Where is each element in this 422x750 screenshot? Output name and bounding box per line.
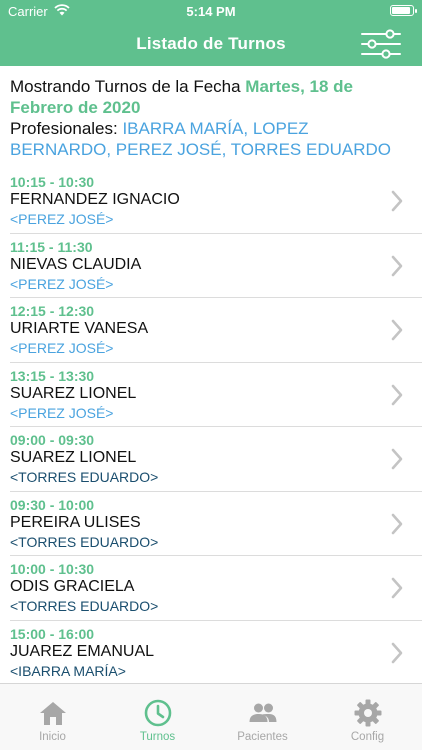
chevron-right-icon [391, 448, 403, 470]
appointment-row[interactable]: 12:15 - 12:30 URIARTE VANESA <PEREZ JOSÉ… [0, 298, 422, 363]
appointment-row[interactable]: 11:15 - 11:30 NIEVAS CLAUDIA <PEREZ JOSÉ… [0, 234, 422, 299]
date-prefix: Mostrando Turnos de la Fecha [10, 77, 246, 96]
tab-config[interactable]: Config [315, 684, 420, 744]
chevron-right-icon [391, 642, 403, 663]
appointment-professional: <IBARRA MARÍA> [10, 662, 126, 679]
appointment-time: 10:00 - 10:30 [10, 561, 95, 577]
tab-turnos[interactable]: Turnos [105, 684, 210, 744]
chevron-right-icon [391, 190, 403, 212]
appointment-row[interactable]: 09:30 - 10:00 PEREIRA ULISES <TORRES EDU… [0, 492, 422, 557]
status-bar: Carrier 5:14 PM [0, 0, 422, 22]
professionals-prefix: Profesionales: [10, 119, 123, 138]
tab-label: Turnos [139, 731, 176, 743]
appointment-professional: <PEREZ JOSÉ> [10, 275, 114, 292]
sliders-icon[interactable] [360, 28, 402, 60]
patient-name: SUAREZ LIONEL [10, 384, 137, 402]
date-header: Mostrando Turnos de la Fecha Martes, 18 … [10, 76, 414, 160]
patient-name: URIARTE VANESA [10, 320, 149, 337]
appointment-row[interactable]: 13:15 - 13:30 SUAREZ LIONEL <PEREZ JOSÉ> [0, 363, 422, 428]
nav-title: Listado de Turnos [136, 34, 286, 53]
patient-name: SUAREZ LIONEL [10, 449, 137, 466]
appointment-professional: <PEREZ JOSÉ> [10, 340, 114, 356]
tab-label: Inicio [39, 731, 66, 743]
appointment-time: 09:30 - 10:00 [10, 496, 95, 513]
chevron-right-icon [391, 255, 403, 276]
tab-bar: Inicio Turnos Pacientes Config [0, 683, 422, 750]
appointment-row[interactable]: 10:15 - 10:30 FERNANDEZ IGNACIO <PEREZ J… [0, 169, 422, 234]
appointments-list: 10:15 - 10:30 FERNANDEZ IGNACIO <PEREZ J… [0, 169, 422, 685]
patient-name: FERNANDEZ IGNACIO [10, 191, 180, 208]
tab-pacientes[interactable]: Pacientes [210, 684, 315, 744]
professionals-line: Profesionales: IBARRA MARÍA, LOPEZ BERNA… [10, 118, 414, 160]
home-icon [40, 702, 66, 725]
battery-icon [390, 5, 417, 16]
chevron-right-icon [391, 577, 403, 599]
status-time: 5:14 PM [186, 4, 236, 19]
navigation-bar: Listado de Turnos [0, 22, 422, 66]
chevron-right-icon [391, 384, 403, 405]
chevron-right-icon [391, 319, 403, 341]
date-line: Mostrando Turnos de la Fecha Martes, 18 … [10, 76, 414, 118]
patient-name: JUAREZ EMANUAL [10, 642, 155, 660]
appointment-time: 10:15 - 10:30 [10, 174, 95, 190]
people-icon [249, 703, 277, 722]
appointment-row[interactable]: 10:00 - 10:30 ODIS GRACIELA <TORRES EDUA… [0, 556, 422, 621]
appointment-time: 13:15 - 13:30 [10, 367, 95, 384]
appointment-row[interactable]: 09:00 - 09:30 SUAREZ LIONEL <TORRES EDUA… [0, 427, 422, 492]
appointment-professional: <PEREZ JOSÉ> [10, 404, 114, 421]
patient-name: PEREIRA ULISES [10, 513, 141, 531]
appointment-time: 11:15 - 11:30 [10, 238, 93, 255]
tab-label: Pacientes [237, 731, 288, 743]
patient-name: ODIS GRACIELA [10, 578, 135, 595]
gear-icon [354, 699, 382, 727]
appointment-time: 12:15 - 12:30 [10, 303, 95, 319]
appointment-time: 09:00 - 09:30 [10, 432, 95, 448]
appointment-row[interactable]: 15:00 - 16:00 JUAREZ EMANUAL <IBARRA MAR… [0, 621, 422, 686]
patient-name: NIEVAS CLAUDIA [10, 255, 142, 273]
appointment-professional: <TORRES EDUARDO> [10, 469, 159, 485]
tab-inicio[interactable]: Inicio [0, 684, 105, 744]
appointment-professional: <TORRES EDUARDO> [10, 598, 159, 614]
clock-icon [144, 699, 172, 727]
appointment-professional: <PEREZ JOSÉ> [10, 211, 114, 227]
tab-label: Config [350, 731, 385, 743]
appointment-professional: <TORRES EDUARDO> [10, 533, 159, 550]
appointment-time: 15:00 - 16:00 [10, 625, 95, 642]
chevron-right-icon [391, 513, 403, 534]
